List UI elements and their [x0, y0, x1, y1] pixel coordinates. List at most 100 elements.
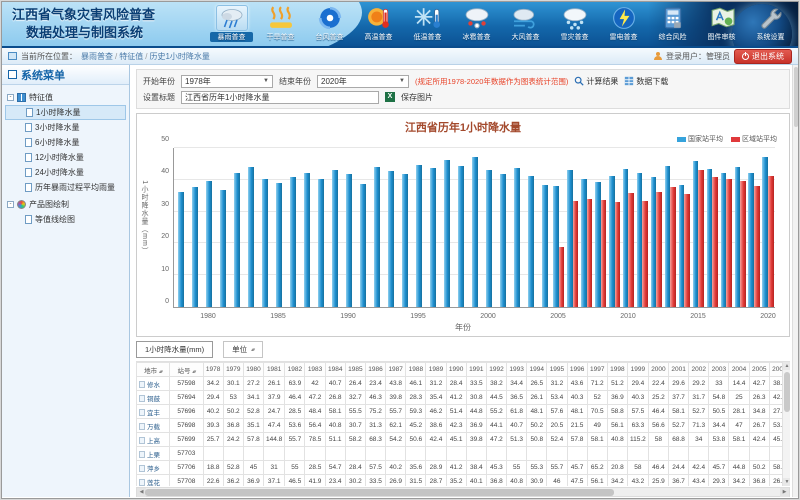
value-cell: 46 [547, 475, 567, 487]
station-name-cell[interactable]: 上高 [137, 433, 170, 447]
col-header-year[interactable]: 1997 [587, 363, 607, 377]
col-header-year[interactable]: 1981 [264, 363, 285, 377]
sidebar-item-3小时降水量[interactable]: 3小时降水量 [5, 120, 126, 135]
chart-title-input[interactable] [181, 91, 379, 104]
legend-item[interactable]: 国家站平均 [677, 134, 723, 144]
value-cell [689, 447, 709, 461]
nav-item-lightning[interactable]: 雷电普查 [602, 4, 645, 43]
sidebar-item-1小时降水量[interactable]: 1小时降水量 [5, 105, 126, 120]
col-header-year[interactable]: 2002 [689, 363, 709, 377]
end-year-select[interactable]: 2020年▼ [317, 75, 409, 88]
table-row[interactable]: 万载5769839.336.835.147.453.656.440.830.73… [137, 419, 790, 433]
col-header-year[interactable]: 2004 [729, 363, 749, 377]
col-header-year[interactable]: 2005 [749, 363, 769, 377]
station-name-cell[interactable]: 萍乡 [137, 461, 170, 475]
table-horizontal-scrollbar[interactable]: ◀ ▶ [136, 487, 790, 497]
col-header-year[interactable]: 1985 [345, 363, 365, 377]
col-header-year[interactable]: 1992 [486, 363, 506, 377]
expander-icon[interactable]: - [7, 94, 14, 101]
station-name-cell[interactable]: 莲花 [137, 475, 170, 487]
breadcrumb-item[interactable]: 暴雨普查 [81, 52, 113, 61]
table-row[interactable]: 宜丰5769640.250.252.824.728.548.458.155.57… [137, 405, 790, 419]
nav-item-wind[interactable]: 大风普查 [504, 4, 547, 43]
download-button[interactable]: 数据下载 [624, 76, 668, 87]
scroll-down-icon[interactable]: ▼ [783, 478, 790, 486]
sidebar-item-历年暴雨过程平均雨量[interactable]: 历年暴雨过程平均雨量 [5, 180, 126, 195]
scroll-right-icon[interactable]: ▶ [780, 488, 789, 497]
nav-item-wrench[interactable]: 系统设置 [749, 4, 792, 43]
value-cell [203, 447, 223, 461]
col-header-year[interactable]: 1998 [607, 363, 627, 377]
tree-group-产品图绘制[interactable]: -产品图绘制 [5, 197, 126, 212]
col-header-year[interactable]: 1979 [223, 363, 243, 377]
sidebar-item-6小时降水量[interactable]: 6小时降水量 [5, 135, 126, 150]
nav-item-calculator[interactable]: 综合风险 [651, 4, 694, 43]
table-row[interactable]: 萍乡5770618.852.845315528.554.728.457.540.… [137, 461, 790, 475]
page-scrollbar[interactable] [792, 65, 798, 497]
value-cell: 39.3 [203, 419, 223, 433]
nav-item-snow[interactable]: 雪灾普查 [553, 4, 596, 43]
col-header-year[interactable]: 1987 [386, 363, 406, 377]
nav-item-typhoon[interactable]: 台风普查 [308, 4, 351, 43]
sidebar-item-等值线绘图[interactable]: 等值线绘图 [5, 212, 126, 227]
tree-group-特征值[interactable]: -特征值 [5, 90, 126, 105]
col-header-year[interactable]: 2003 [709, 363, 729, 377]
nav-item-rainstorm[interactable]: 暴雨普查 [210, 4, 253, 43]
table-row[interactable]: 修水5759834.230.127.226.163.94240.726.423.… [137, 377, 790, 391]
breadcrumb-item[interactable]: 历史1小时降水量 [149, 52, 209, 61]
unit-dropdown[interactable]: 单位 ▴▾ [223, 341, 263, 358]
nav-item-drought[interactable]: 干旱普查 [259, 4, 302, 43]
col-header-year[interactable]: 1980 [243, 363, 263, 377]
station-name-cell[interactable]: 铜鼓 [137, 391, 170, 405]
page-scroll-thumb[interactable] [794, 67, 798, 127]
logout-button[interactable]: 退出系统 [734, 49, 792, 64]
table-row[interactable]: 莲花5770822.636.236.937.146.541.923.430.23… [137, 475, 790, 487]
value-cell: 29.4 [627, 377, 648, 391]
col-header-year[interactable]: 1991 [466, 363, 486, 377]
h-scroll-thumb[interactable] [145, 489, 614, 496]
col-header-year[interactable]: 1990 [446, 363, 466, 377]
legend-item[interactable]: 区域站平均 [731, 134, 777, 144]
calculate-button[interactable]: 计算结果 [574, 76, 618, 87]
nav-item-map[interactable]: 图件审核 [700, 4, 743, 43]
col-header-year[interactable]: 1993 [507, 363, 527, 377]
table-vertical-scrollbar[interactable]: ▲ ▼ [782, 362, 790, 486]
col-header-year[interactable]: 1986 [365, 363, 385, 377]
col-header-year[interactable]: 1989 [426, 363, 446, 377]
value-cell [386, 447, 406, 461]
col-header-city[interactable]: 地市 ▴▾ [137, 363, 170, 377]
sidebar-item-12小时降水量[interactable]: 12小时降水量 [5, 150, 126, 165]
col-header-year[interactable]: 1999 [627, 363, 648, 377]
col-header-year[interactable]: 1996 [567, 363, 587, 377]
value-cell: 36.8 [486, 475, 506, 487]
station-name-cell[interactable]: 上栗 [137, 447, 170, 461]
col-header-year[interactable]: 2001 [669, 363, 689, 377]
col-header-year[interactable]: 1988 [406, 363, 426, 377]
col-header-year[interactable]: 2000 [648, 363, 668, 377]
breadcrumb-item[interactable]: 特征值 [119, 52, 143, 61]
station-name-cell[interactable]: 宜丰 [137, 405, 170, 419]
col-header-station[interactable]: 站号 ▴▾ [170, 363, 203, 377]
col-header-year[interactable]: 1982 [285, 363, 305, 377]
v-scroll-thumb[interactable] [784, 372, 790, 412]
table-row[interactable]: 上高5769925.724.257.8144.855.778.551.158.2… [137, 433, 790, 447]
station-name-cell[interactable]: 修水 [137, 377, 170, 391]
col-header-year[interactable]: 1984 [325, 363, 345, 377]
col-header-year[interactable]: 1978 [203, 363, 223, 377]
year-slot-1978 [174, 148, 188, 307]
col-header-year[interactable]: 1994 [527, 363, 547, 377]
expander-icon[interactable]: - [7, 201, 14, 208]
nav-item-low-temp[interactable]: 低温普查 [406, 4, 449, 43]
nav-item-high-temp[interactable]: 高温普查 [357, 4, 400, 43]
table-row[interactable]: 铜鼓5769429.45334.137.946.447.226.832.746.… [137, 391, 790, 405]
scroll-up-icon[interactable]: ▲ [783, 362, 790, 370]
col-header-year[interactable]: 1995 [547, 363, 567, 377]
save-image-button[interactable]: 保存图片 [401, 92, 433, 103]
start-year-select[interactable]: 1978年▼ [181, 75, 273, 88]
station-name-cell[interactable]: 万载 [137, 419, 170, 433]
table-row[interactable]: 上栗57703 [137, 447, 790, 461]
col-header-year[interactable]: 1983 [305, 363, 325, 377]
sidebar-item-24小时降水量[interactable]: 24小时降水量 [5, 165, 126, 180]
table-tab-precip[interactable]: 1小时降水量(mm) [136, 341, 213, 358]
nav-item-hail[interactable]: 冰雹普查 [455, 4, 498, 43]
